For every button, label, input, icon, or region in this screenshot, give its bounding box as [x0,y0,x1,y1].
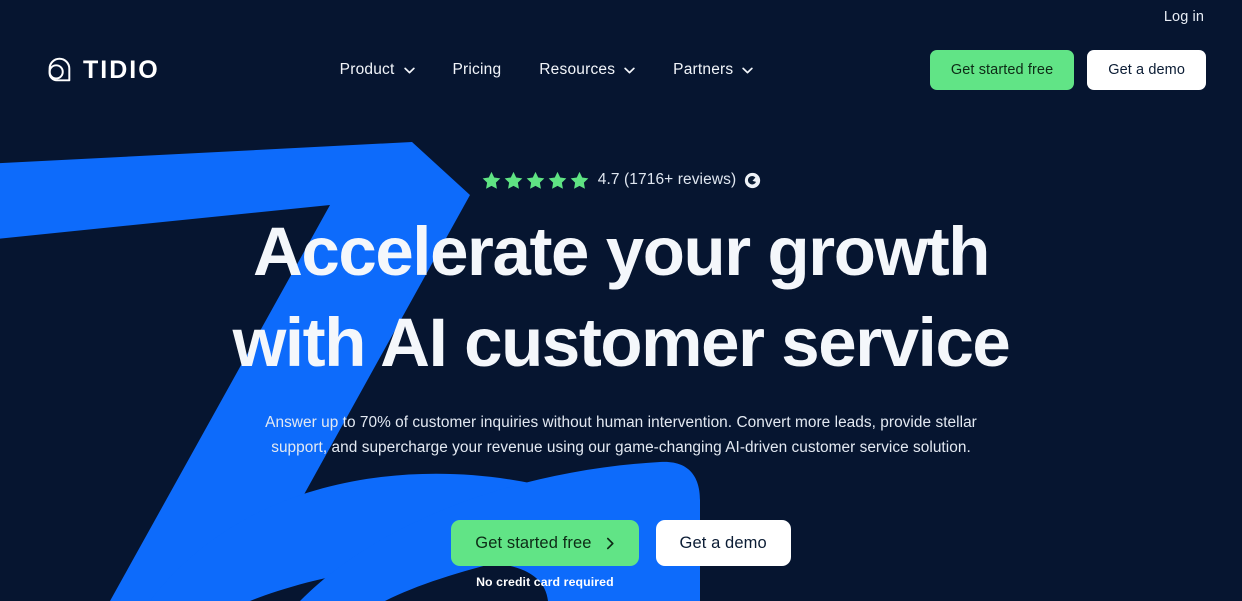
hero-get-started-free-label: Get started free [475,533,592,552]
tidio-chat-bubble-icon [48,57,71,82]
hero-section: 4.7 (1716+ reviews) Accelerate your grow… [0,110,1242,589]
arrow-right-icon [606,537,614,549]
login-row: Log in [36,0,1206,34]
star-icon [504,171,523,189]
login-link[interactable]: Log in [1164,9,1204,25]
nav-actions: Get started free Get a demo [929,50,1206,90]
nav-item-pricing[interactable]: Pricing [453,61,502,79]
nav-item-resources[interactable]: Resources [539,61,635,79]
star-icon [482,171,501,189]
nav-item-partners[interactable]: Partners [673,61,754,79]
chevron-down-icon [403,67,415,73]
nav-item-resources-label: Resources [539,61,616,78]
logo-home-link[interactable]: TIDIO [44,55,160,85]
nav-get-started-free-button[interactable]: Get started free [929,50,1075,90]
rating-score-text: 4.7 (1716+ reviews) [597,171,737,188]
page-title: Accelerate your growth with AI customer … [0,206,1242,388]
star-icon [526,171,545,189]
star-rating [481,170,590,191]
logo-wordmark: TIDIO [83,55,160,84]
hero-cta-row: Get started free No credit card required… [0,520,1242,589]
nav-item-product[interactable]: Product [340,61,415,79]
no-credit-card-disclaimer: No credit card required [476,575,614,589]
nav-item-pricing-label: Pricing [452,61,502,78]
star-icon [570,171,589,189]
nav-links: Product Pricing Resources Partners [340,61,754,79]
top-navigation: Log in TIDIO Product Pricing Resources P… [0,0,1242,110]
headline-line-2: with AI customer service [232,304,1011,381]
hero-get-started-free-button[interactable]: Get started free [451,520,639,566]
nav-item-product-label: Product [339,61,395,78]
hero-get-a-demo-button[interactable]: Get a demo [655,520,791,566]
chevron-down-icon [742,67,754,73]
hero-primary-cta-group: Get started free No credit card required [451,520,639,589]
nav-item-partners-label: Partners [673,61,734,78]
nav-get-a-demo-button[interactable]: Get a demo [1087,50,1206,90]
headline-line-1: Accelerate your growth [252,213,990,290]
g2-badge-icon[interactable] [744,172,761,189]
nav-main-row: TIDIO Product Pricing Resources Partners… [36,34,1206,106]
page-root: Log in TIDIO Product Pricing Resources P… [0,0,1242,601]
rating-row: 4.7 (1716+ reviews) [0,168,1242,192]
star-icon [548,171,567,189]
chevron-down-icon [624,67,635,73]
hero-subheading: Answer up to 70% of customer inquiries w… [265,414,977,456]
